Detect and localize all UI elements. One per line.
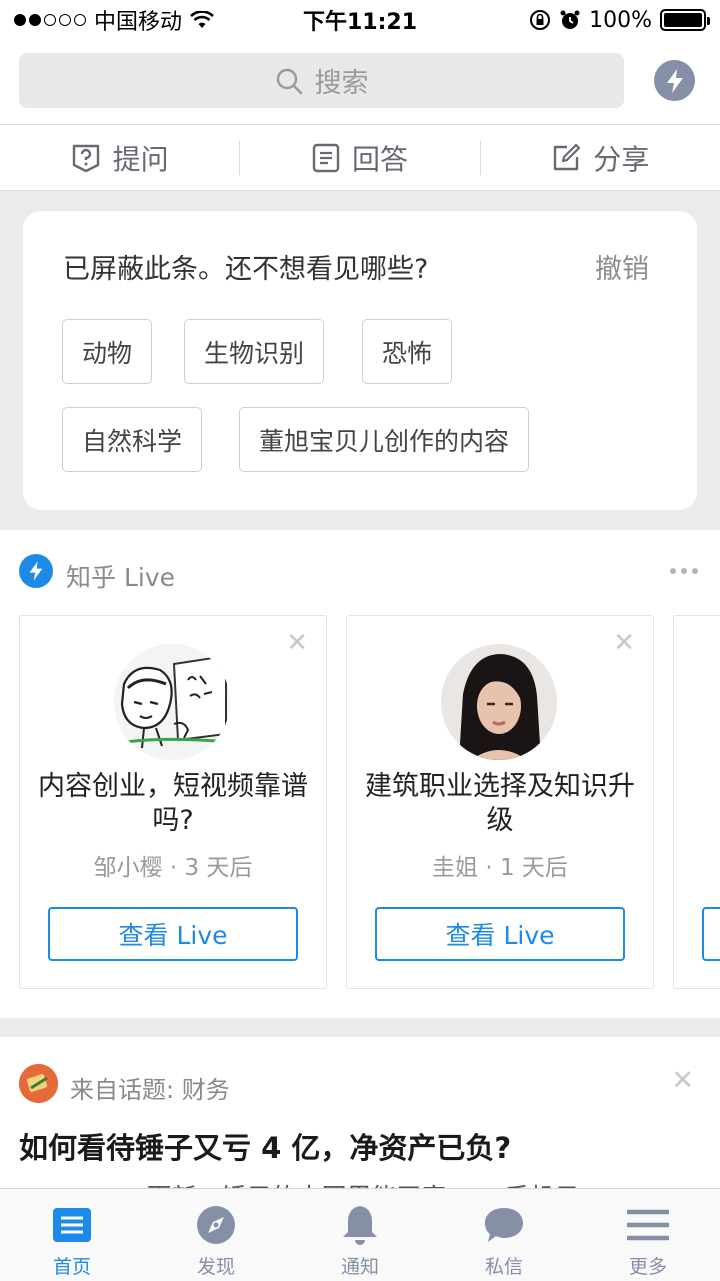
battery-percent: 100% — [589, 7, 652, 33]
feed-title[interactable]: 如何看待锤子又亏 4 亿，净资产已负? — [19, 1125, 511, 1167]
chat-bubble-icon — [482, 1203, 526, 1247]
action-bar: 提问 回答 分享 — [0, 124, 720, 191]
close-icon[interactable]: ✕ — [671, 1067, 694, 1094]
live-button[interactable] — [654, 60, 695, 101]
lightning-icon — [666, 68, 683, 93]
share-label: 分享 — [593, 142, 650, 176]
undo-button[interactable]: 撤销 — [595, 247, 649, 286]
compass-icon — [194, 1203, 238, 1247]
battery-fill — [664, 13, 702, 27]
share-button[interactable]: 分享 — [481, 125, 720, 190]
live-section-title: 知乎 Live — [66, 563, 175, 592]
zhihu-live-section: 知乎 Live ✕ 内容创业，短视频靠谱吗? 邹小樱 · 3 天后 查看 Liv… — [0, 530, 720, 1018]
tab-discover-label: 发现 — [196, 1256, 235, 1278]
search-header: 搜索 — [0, 40, 720, 124]
live-card[interactable]: ✕ 建筑职业选择及知识升级 圭姐 · 1 天后 查看 Live — [346, 615, 654, 989]
menu-icon — [626, 1203, 670, 1247]
blocked-feedback-card: 已屏蔽此条。还不想看见哪些? 撤销 动物 生物识别 恐怖 自然科学 董旭宝贝儿创… — [23, 211, 697, 510]
status-bar-right: 100% — [529, 7, 710, 33]
bell-icon — [338, 1203, 382, 1247]
live-card[interactable]: ✕ 内容创业，短视频靠谱吗? 邹小樱 · 3 天后 查看 Live — [19, 615, 327, 989]
sketch-avatar-image — [114, 644, 230, 760]
close-icon[interactable]: ✕ — [286, 630, 308, 656]
tab-more[interactable]: 更多 — [576, 1189, 720, 1281]
tag-natural-science[interactable]: 自然科学 — [62, 407, 203, 472]
lightning-icon — [29, 561, 43, 581]
live-card-title: 内容创业，短视频靠谱吗? — [38, 771, 308, 836]
tab-discover[interactable]: 发现 — [144, 1189, 288, 1281]
view-live-button[interactable]: 查看 Live — [375, 907, 625, 961]
document-icon — [312, 143, 340, 172]
alarm-icon — [560, 10, 580, 29]
wifi-icon — [190, 11, 214, 28]
tag-author-content[interactable]: 董旭宝贝儿创作的内容 — [239, 407, 530, 472]
bottom-tab-bar: 首页 发现 通知 私信 更多 — [0, 1188, 720, 1281]
blocked-title: 已屏蔽此条。还不想看见哪些? — [63, 254, 429, 285]
tag-animals[interactable]: 动物 — [62, 319, 153, 384]
battery-icon — [660, 9, 710, 31]
topic-image — [19, 1064, 58, 1103]
search-icon — [276, 68, 302, 94]
answer-label: 回答 — [351, 142, 408, 176]
answer-button[interactable]: 回答 — [240, 125, 479, 190]
portrait-avatar-image — [441, 644, 557, 760]
ask-question-button[interactable]: 提问 — [0, 125, 239, 190]
ask-question-label: 提问 — [112, 142, 169, 176]
status-bar: 中国移动 下午11:21 100% — [0, 0, 720, 40]
live-section-icon — [19, 554, 53, 588]
live-card-title: 建筑职业选择及知识升级 — [365, 771, 635, 836]
search-placeholder: 搜索 — [314, 68, 369, 99]
avatar — [114, 644, 230, 760]
search-input[interactable]: 搜索 — [19, 53, 624, 108]
tab-home[interactable]: 首页 — [0, 1189, 144, 1281]
home-icon — [50, 1203, 94, 1247]
tag-horror[interactable]: 恐怖 — [362, 319, 453, 384]
view-live-button[interactable]: 查看 Live — [48, 907, 298, 961]
rotation-lock-icon — [530, 10, 551, 30]
carrier-name: 中国移动 — [94, 10, 183, 35]
tab-notifications[interactable]: 通知 — [288, 1189, 432, 1281]
question-icon — [72, 144, 99, 172]
close-icon[interactable]: ✕ — [613, 630, 635, 656]
signal-strength-icon — [14, 14, 86, 26]
edit-icon — [554, 143, 581, 170]
tab-messages[interactable]: 私信 — [432, 1189, 576, 1281]
avatar — [441, 644, 557, 760]
topic-icon — [19, 1064, 58, 1103]
view-live-button-partial[interactable] — [702, 907, 720, 961]
live-card-meta: 圭姐 · 1 天后 — [432, 855, 568, 881]
tab-messages-label: 私信 — [484, 1256, 523, 1278]
tab-more-label: 更多 — [628, 1256, 667, 1278]
tab-home-label: 首页 — [52, 1256, 91, 1278]
tab-notifications-label: 通知 — [340, 1256, 379, 1278]
status-bar-left: 中国移动 — [14, 4, 214, 36]
live-card-partial[interactable] — [673, 615, 720, 989]
more-options-icon[interactable] — [670, 568, 698, 574]
feed-item[interactable]: 来自话题: 财务 ✕ 如何看待锤子又亏 4 亿，净资产已负? TED LEE ·… — [0, 1037, 720, 1197]
topic-label: 来自话题: 财务 — [70, 1076, 230, 1104]
live-card-meta: 邹小樱 · 3 天后 — [93, 855, 253, 881]
tag-biometrics[interactable]: 生物识别 — [184, 319, 325, 384]
